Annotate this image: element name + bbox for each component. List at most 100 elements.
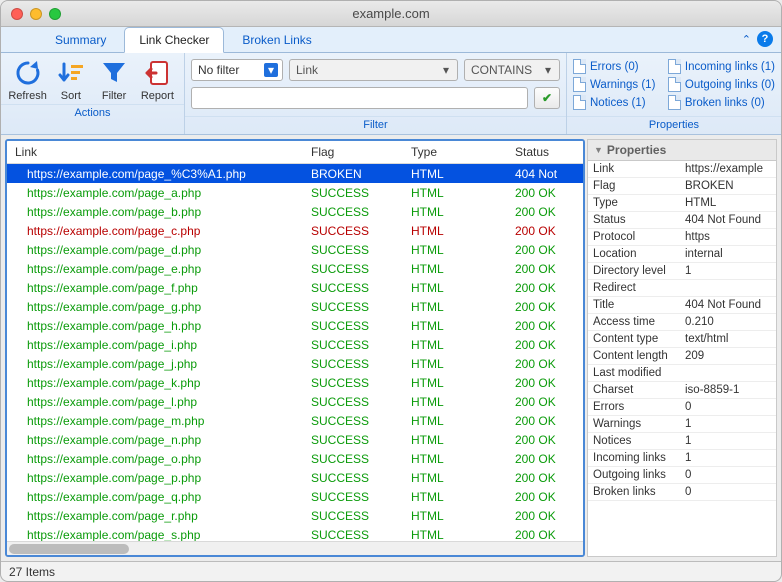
- actions-section: Refresh Sort Filter Report Acti: [1, 53, 185, 134]
- warnings-link-label: Warnings (1): [590, 79, 655, 91]
- table-row[interactable]: https://example.com/page_d.phpSUCCESSHTM…: [7, 240, 583, 259]
- table-row[interactable]: https://example.com/page_r.phpSUCCESSHTM…: [7, 506, 583, 525]
- table-row[interactable]: https://example.com/page_q.phpSUCCESSHTM…: [7, 487, 583, 506]
- property-key: Outgoing links: [588, 467, 680, 483]
- cell-status: 200 OK: [507, 319, 583, 333]
- scrollbar-thumb[interactable]: [9, 544, 129, 554]
- table-row[interactable]: https://example.com/page_c.phpSUCCESSHTM…: [7, 221, 583, 240]
- property-value: HTML: [680, 195, 776, 211]
- tab-broken-links[interactable]: Broken Links: [228, 28, 325, 52]
- table-row[interactable]: https://example.com/page_l.phpSUCCESSHTM…: [7, 392, 583, 411]
- filter-label: Filter: [102, 90, 126, 102]
- collapse-toolbar-icon[interactable]: ⌃: [742, 33, 751, 46]
- cell-link: https://example.com/page_a.php: [7, 186, 303, 200]
- table-row[interactable]: https://example.com/page_k.phpSUCCESSHTM…: [7, 373, 583, 392]
- property-value: BROKEN: [680, 178, 776, 194]
- column-type[interactable]: Type: [403, 145, 507, 159]
- report-icon: [141, 57, 173, 89]
- property-value: https: [680, 229, 776, 245]
- refresh-button[interactable]: Refresh: [7, 57, 48, 102]
- property-row: Protocolhttps: [588, 229, 776, 246]
- help-icon[interactable]: ?: [757, 31, 773, 47]
- filter-button[interactable]: Filter: [94, 57, 135, 102]
- main-content: Link Flag Type Status https://example.co…: [1, 135, 781, 561]
- cell-link: https://example.com/page_f.php: [7, 281, 303, 295]
- sort-button[interactable]: Sort: [50, 57, 91, 102]
- property-row: Errors0: [588, 399, 776, 416]
- table-row[interactable]: https://example.com/page_n.phpSUCCESSHTM…: [7, 430, 583, 449]
- property-row: Linkhttps://example: [588, 161, 776, 178]
- sort-icon: [55, 57, 87, 89]
- property-row: Title404 Not Found: [588, 297, 776, 314]
- table-row[interactable]: https://example.com/page_o.phpSUCCESSHTM…: [7, 449, 583, 468]
- cell-link: https://example.com/page_h.php: [7, 319, 303, 333]
- filter-scope-select[interactable]: No filter ▾: [191, 59, 283, 81]
- errors-link[interactable]: Errors (0): [573, 59, 660, 74]
- cell-flag: SUCCESS: [303, 395, 403, 409]
- status-bar: 27 Items: [1, 561, 781, 581]
- property-row: Content length209: [588, 348, 776, 365]
- table-row[interactable]: https://example.com/page_p.phpSUCCESSHTM…: [7, 468, 583, 487]
- property-row: Redirect: [588, 280, 776, 297]
- properties-panel-title: Properties: [607, 143, 666, 157]
- table-row[interactable]: https://example.com/page_m.phpSUCCESSHTM…: [7, 411, 583, 430]
- cell-link: https://example.com/page_d.php: [7, 243, 303, 257]
- property-value: 0: [680, 399, 776, 415]
- cell-link: https://example.com/page_%C3%A1.php: [7, 167, 303, 181]
- cell-flag: SUCCESS: [303, 224, 403, 238]
- property-row: Last modified: [588, 365, 776, 382]
- cell-flag: SUCCESS: [303, 490, 403, 504]
- cell-flag: SUCCESS: [303, 262, 403, 276]
- table-row[interactable]: https://example.com/page_i.phpSUCCESSHTM…: [7, 335, 583, 354]
- table-row[interactable]: https://example.com/page_e.phpSUCCESSHTM…: [7, 259, 583, 278]
- apply-filter-button[interactable]: ✔: [534, 87, 560, 109]
- table-row[interactable]: https://example.com/page_j.phpSUCCESSHTM…: [7, 354, 583, 373]
- notices-link[interactable]: Notices (1): [573, 95, 660, 110]
- tab-summary[interactable]: Summary: [41, 28, 120, 52]
- property-value: [680, 365, 776, 381]
- cell-link: https://example.com/page_l.php: [7, 395, 303, 409]
- properties-panel-header[interactable]: ▼ Properties: [588, 140, 776, 161]
- warnings-link[interactable]: Warnings (1): [573, 77, 660, 92]
- table-row[interactable]: https://example.com/page_h.phpSUCCESSHTM…: [7, 316, 583, 335]
- outgoing-links-link[interactable]: Outgoing links (0): [668, 77, 775, 92]
- column-flag[interactable]: Flag: [303, 145, 403, 159]
- horizontal-scrollbar[interactable]: [7, 541, 583, 555]
- cell-flag: SUCCESS: [303, 509, 403, 523]
- cell-link: https://example.com/page_c.php: [7, 224, 303, 238]
- column-link[interactable]: Link: [7, 145, 303, 159]
- cell-type: HTML: [403, 319, 507, 333]
- broken-links-link[interactable]: Broken links (0): [668, 95, 775, 110]
- property-value: 0.210: [680, 314, 776, 330]
- cell-type: HTML: [403, 395, 507, 409]
- cell-link: https://example.com/page_i.php: [7, 338, 303, 352]
- cell-type: HTML: [403, 186, 507, 200]
- filter-op-select[interactable]: CONTAINS ▾: [464, 59, 560, 81]
- incoming-links-link[interactable]: Incoming links (1): [668, 59, 775, 74]
- cell-status: 200 OK: [507, 300, 583, 314]
- table-row[interactable]: https://example.com/page_f.phpSUCCESSHTM…: [7, 278, 583, 297]
- refresh-icon: [12, 57, 44, 89]
- cell-link: https://example.com/page_b.php: [7, 205, 303, 219]
- incoming-links-label: Incoming links (1): [685, 61, 775, 73]
- filter-value-input[interactable]: [191, 87, 528, 109]
- property-key: Incoming links: [588, 450, 680, 466]
- filter-field-select[interactable]: Link ▾: [289, 59, 458, 81]
- table-body[interactable]: https://example.com/page_%C3%A1.phpBROKE…: [7, 164, 583, 541]
- property-key: Last modified: [588, 365, 680, 381]
- cell-status: 200 OK: [507, 490, 583, 504]
- table-row[interactable]: https://example.com/page_a.phpSUCCESSHTM…: [7, 183, 583, 202]
- table-row[interactable]: https://example.com/page_b.phpSUCCESSHTM…: [7, 202, 583, 221]
- actions-footer-label: Actions: [1, 104, 184, 122]
- column-status[interactable]: Status: [507, 145, 583, 159]
- tab-link-checker[interactable]: Link Checker: [124, 27, 224, 53]
- broken-links-label: Broken links (0): [685, 97, 765, 109]
- table-row[interactable]: https://example.com/page_s.phpSUCCESSHTM…: [7, 525, 583, 541]
- errors-link-label: Errors (0): [590, 61, 639, 73]
- table-row[interactable]: https://example.com/page_%C3%A1.phpBROKE…: [7, 164, 583, 183]
- property-key: Errors: [588, 399, 680, 415]
- property-row: TypeHTML: [588, 195, 776, 212]
- report-button[interactable]: Report: [137, 57, 178, 102]
- table-row[interactable]: https://example.com/page_g.phpSUCCESSHTM…: [7, 297, 583, 316]
- property-value: 0: [680, 484, 776, 500]
